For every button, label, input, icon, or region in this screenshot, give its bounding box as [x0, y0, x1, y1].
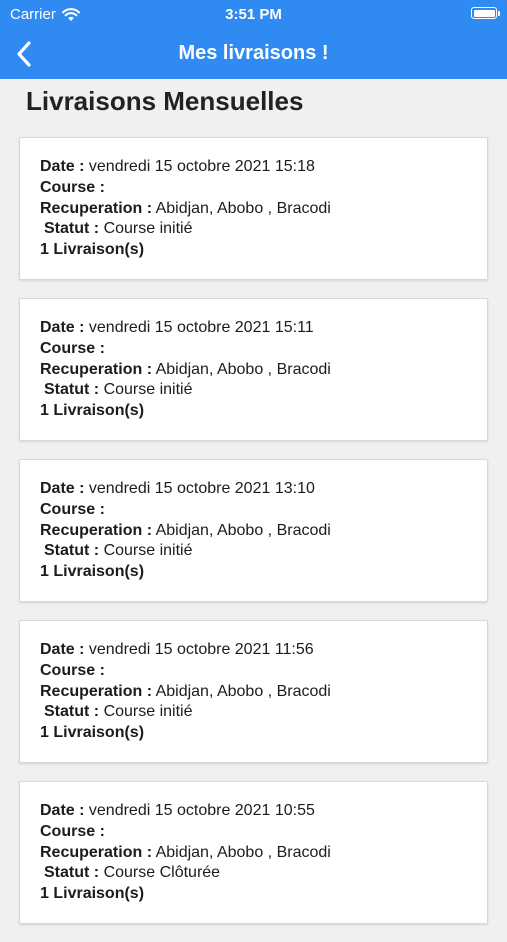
statut-value: Course initié [103, 220, 193, 238]
delivery-count: 1 Livraison(s) [40, 241, 145, 259]
delivery-card[interactable]: Date : vendredi 15 octobre 2021 15:11 Co… [19, 298, 488, 441]
statut-value: Course Clôturée [103, 864, 221, 882]
delivery-count: 1 Livraison(s) [40, 563, 145, 581]
course-row: Course : [40, 500, 487, 521]
date-row: Date : vendredi 15 octobre 2021 10:55 [40, 801, 487, 822]
recuperation-value: Abidjan, Abobo , Bracodi [155, 199, 331, 217]
date-label: Date : [40, 158, 85, 175]
recuperation-label: Recuperation : [40, 521, 153, 539]
date-value: vendredi 15 octobre 2021 15:18 [88, 158, 315, 175]
course-row: Course : [40, 339, 487, 360]
statut-value: Course initié [103, 703, 193, 721]
date-value: vendredi 15 octobre 2021 11:56 [88, 641, 314, 658]
statut-label: Statut : [44, 381, 100, 399]
course-label: Course : [40, 822, 105, 840]
course-label: Course : [40, 500, 105, 518]
date-label: Date : [40, 480, 85, 497]
recuperation-label: Recuperation : [40, 682, 153, 700]
date-row: Date : vendredi 15 octobre 2021 11:56 [40, 640, 487, 661]
delivery-card[interactable]: Date : vendredi 15 octobre 2021 11:56 Co… [19, 620, 488, 763]
status-bar: Carrier 3:51 PM [0, 0, 507, 30]
delivery-list: Date : vendredi 15 octobre 2021 15:18 Co… [19, 137, 488, 942]
course-label: Course : [40, 661, 105, 679]
statut-label: Statut : [44, 864, 100, 882]
recuperation-row: Recuperation : Abidjan, Abobo , Bracodi [40, 521, 487, 542]
date-value: vendredi 15 octobre 2021 13:10 [88, 480, 315, 497]
delivery-card[interactable]: Date : vendredi 15 octobre 2021 15:18 Co… [19, 137, 488, 280]
back-button[interactable] [6, 36, 42, 72]
delivery-count: 1 Livraison(s) [40, 885, 145, 903]
delivery-count: 1 Livraison(s) [40, 724, 145, 742]
delivery-count: 1 Livraison(s) [40, 402, 145, 420]
recuperation-row: Recuperation : Abidjan, Abobo , Bracodi [40, 843, 487, 864]
recuperation-label: Recuperation : [40, 843, 153, 861]
nav-bar: Mes livraisons ! [0, 30, 507, 79]
date-label: Date : [40, 319, 85, 336]
recuperation-value: Abidjan, Abobo , Bracodi [155, 521, 331, 539]
statut-row: Statut : Course Clôturée [40, 863, 487, 884]
course-label: Course : [40, 339, 105, 357]
statut-label: Statut : [44, 703, 100, 721]
section-title: Livraisons Mensuelles [26, 86, 304, 116]
date-label: Date : [40, 802, 85, 819]
statut-row: Statut : Course initié [40, 702, 487, 723]
chevron-left-icon [17, 41, 31, 67]
statut-row: Statut : Course initié [40, 219, 487, 240]
date-row: Date : vendredi 15 octobre 2021 15:18 [40, 157, 487, 178]
course-label: Course : [40, 178, 105, 196]
statut-value: Course initié [103, 542, 193, 560]
recuperation-label: Recuperation : [40, 360, 153, 378]
battery-icon [471, 7, 500, 19]
nav-title: Mes livraisons ! [178, 42, 329, 64]
status-time: 3:51 PM [225, 6, 282, 23]
statut-value: Course initié [103, 381, 193, 399]
date-row: Date : vendredi 15 octobre 2021 13:10 [40, 479, 487, 500]
date-value: vendredi 15 octobre 2021 10:55 [88, 802, 315, 819]
recuperation-value: Abidjan, Abobo , Bracodi [155, 682, 331, 700]
recuperation-row: Recuperation : Abidjan, Abobo , Bracodi [40, 199, 487, 220]
statut-row: Statut : Course initié [40, 380, 487, 401]
date-label: Date : [40, 641, 85, 658]
date-value: vendredi 15 octobre 2021 15:11 [88, 319, 314, 336]
recuperation-row: Recuperation : Abidjan, Abobo , Bracodi [40, 360, 487, 381]
recuperation-label: Recuperation : [40, 199, 153, 217]
app-header: Carrier 3:51 PM Mes livraisons ! [0, 0, 507, 79]
date-row: Date : vendredi 15 octobre 2021 15:11 [40, 318, 487, 339]
delivery-card[interactable]: Date : vendredi 15 octobre 2021 10:55 Co… [19, 781, 488, 924]
statut-row: Statut : Course initié [40, 541, 487, 562]
recuperation-row: Recuperation : Abidjan, Abobo , Bracodi [40, 682, 487, 703]
course-row: Course : [40, 178, 487, 199]
course-row: Course : [40, 661, 487, 682]
recuperation-value: Abidjan, Abobo , Bracodi [155, 843, 331, 861]
statut-label: Statut : [44, 542, 100, 560]
delivery-card[interactable]: Date : vendredi 15 octobre 2021 13:10 Co… [19, 459, 488, 602]
course-row: Course : [40, 822, 487, 843]
recuperation-value: Abidjan, Abobo , Bracodi [155, 360, 331, 378]
statut-label: Statut : [44, 220, 100, 238]
